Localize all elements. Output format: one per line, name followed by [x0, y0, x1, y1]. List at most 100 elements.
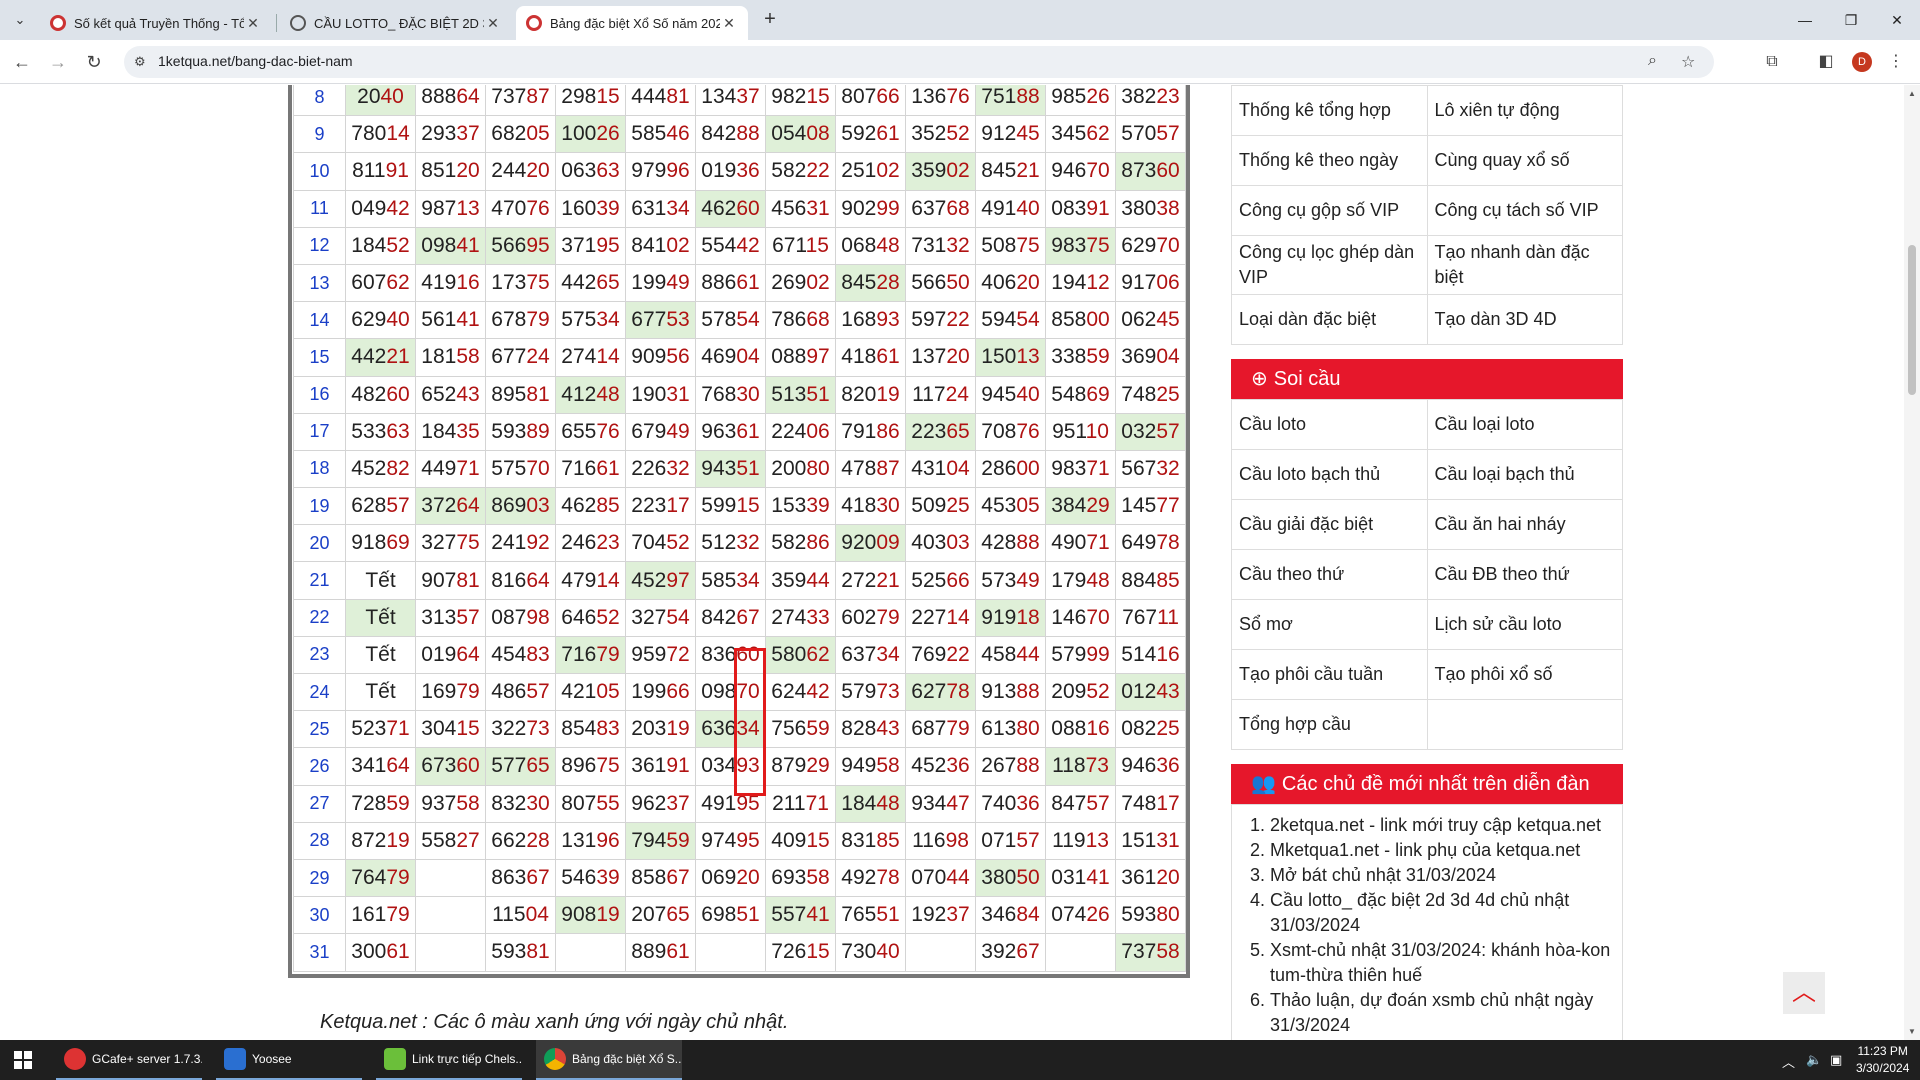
prize-cell: 34164	[345, 747, 416, 786]
scroll-down-arrow-icon[interactable]: ▼	[1908, 1027, 1916, 1036]
sidebar-link[interactable]: Cầu ĐB theo thứ	[1426, 549, 1623, 600]
url-text[interactable]: 1ketqua.net/bang-dac-biet-nam	[158, 53, 353, 69]
sidebar-link[interactable]: Cầu loại loto	[1426, 399, 1623, 450]
sidebar-link[interactable]: Tạo dàn 3D 4D	[1426, 294, 1623, 345]
prize-cell: 03141	[1045, 858, 1116, 898]
sidebar-link[interactable]: Lô xiên tự động	[1426, 85, 1623, 136]
scroll-to-top-chevron-icon[interactable]: ︿	[1783, 972, 1825, 1014]
sidebar-link[interactable]: Loại dàn đặc biệt	[1231, 294, 1428, 345]
prize-cell: 96237	[625, 784, 696, 823]
sidebar-link[interactable]: Cầu ăn hai nháy	[1426, 499, 1623, 550]
sidebar-link[interactable]: Cầu giải đặc biệt	[1231, 499, 1428, 550]
sidebar-link[interactable]: Cầu theo thứ	[1231, 549, 1428, 600]
prize-cell: 64978	[1115, 524, 1186, 563]
volume-icon[interactable]: 🔈	[1806, 1052, 1822, 1068]
prize-cell: 36191	[625, 747, 696, 786]
tab-close-icon[interactable]: ✕	[244, 15, 262, 32]
prize-cell: 57765	[485, 747, 556, 786]
page-scrollbar[interactable]: ▲ ▼	[1904, 85, 1920, 1040]
taskbar-item-yoosee[interactable]: Yoosee	[216, 1040, 362, 1080]
prize-cell: 45305	[975, 487, 1046, 526]
restore-icon[interactable]: ❐	[1828, 6, 1874, 34]
prize-cell: 21171	[765, 784, 836, 823]
forum-topic-link[interactable]: Thảo luận, dự đoán xsmb chủ nhật ngày 31…	[1270, 988, 1612, 1038]
reload-icon[interactable]: ↻	[82, 50, 106, 74]
prize-cell: 27221	[835, 561, 906, 600]
prize-cell: 76551	[835, 896, 906, 935]
prize-cell: 98375	[1045, 226, 1116, 265]
tray-chevron-icon[interactable]: ︿	[1782, 1052, 1795, 1071]
sidebar-link[interactable]: Tổng hợp cầu	[1231, 699, 1428, 750]
sidebar-link[interactable]: Tạo phôi xổ số	[1426, 649, 1623, 700]
tab-close-icon[interactable]: ✕	[484, 15, 502, 32]
bookmark-star-icon[interactable]: ☆	[1681, 52, 1695, 72]
tab-title: Số kết quả Truyền Thống - Tổng	[74, 15, 244, 31]
tab-close-icon[interactable]: ✕	[720, 15, 738, 32]
prize-cell: 58286	[765, 524, 836, 563]
prize-cell: Tết	[345, 598, 416, 637]
sidebar-link[interactable]: Cùng quay xổ số	[1426, 135, 1623, 186]
browser-tab-1[interactable]: Số kết quả Truyền Thống - Tổng ✕	[40, 6, 272, 40]
prize-cell: 84102	[625, 226, 696, 265]
prize-cell: 38038	[1115, 189, 1186, 228]
taskbar-item-gcafe[interactable]: GCafe+ server 1.7.3...	[56, 1040, 202, 1080]
prize-cell: 93447	[905, 784, 976, 823]
prize-cell: 11913	[1045, 821, 1116, 860]
forum-topic-link[interactable]: Mở bát chủ nhật 31/03/2024	[1270, 863, 1612, 888]
chrome-icon	[544, 1048, 566, 1070]
forum-topic-link[interactable]: Cầu lotto_ đặc biệt 2d 3d 4d chủ nhật 31…	[1270, 888, 1612, 938]
sidebar-link[interactable]: Cầu loto bạch thủ	[1231, 449, 1428, 500]
taskbar-item-link-truc-tiep[interactable]: Link trực tiếp Chels...	[376, 1040, 522, 1080]
close-window-icon[interactable]: ✕	[1874, 6, 1920, 34]
taskbar-item-chrome[interactable]: Bảng đặc biệt Xổ S...	[536, 1040, 682, 1080]
link-row: Sổ mơ Lịch sử cầu loto	[1231, 599, 1623, 650]
page-content: 8 2040 88864 73787 29815 44481 13437 98215 80766…	[0, 85, 1904, 1040]
sidebar-link[interactable]: Thống kê tổng hợp	[1231, 85, 1428, 136]
day-number: 8	[293, 85, 346, 117]
address-bar[interactable]: ⚙ 1ketqua.net/bang-dac-biet-nam ☆ ⌕	[124, 46, 1714, 78]
new-tab-plus-icon[interactable]: +	[758, 8, 782, 31]
gcafe-icon	[64, 1048, 86, 1070]
extensions-puzzle-icon[interactable]: ⧉	[1760, 50, 1784, 74]
prize-cell: 07157	[975, 821, 1046, 860]
profile-avatar[interactable]: D	[1852, 52, 1872, 72]
sidebar-link[interactable]: Công cụ tách số VIP	[1426, 185, 1623, 236]
prize-cell: 67879	[485, 301, 556, 340]
prize-cell: 90819	[555, 896, 626, 935]
back-arrow-icon[interactable]: ←	[10, 50, 34, 74]
sidebar-link[interactable]: Công cụ lọc ghép dàn VIP	[1231, 235, 1428, 295]
sidebar-link[interactable]: Tạo phôi cầu tuần	[1231, 649, 1428, 700]
prize-cell: 78668	[765, 301, 836, 340]
sidebar-link[interactable]: Sổ mơ	[1231, 599, 1428, 650]
minimize-icon[interactable]: —	[1782, 6, 1828, 34]
prize-cell: 08816	[1045, 710, 1116, 749]
prize-cell: 76830	[695, 375, 766, 414]
sidebar-link[interactable]: Cầu loại bạch thủ	[1426, 449, 1623, 500]
sidebar-link[interactable]: Lịch sử cầu loto	[1426, 599, 1623, 650]
forum-topic-link[interactable]: Mketqua1.net - link phụ của ketqua.net	[1270, 838, 1612, 863]
tab-search-chevron-icon[interactable]: ⌄	[8, 8, 32, 32]
forward-arrow-icon[interactable]: →	[46, 50, 70, 74]
browser-tab-3-active[interactable]: Bảng đặc biệt Xổ Số năm 2023 ✕	[516, 6, 748, 40]
more-menu-icon[interactable]: ⋮	[1884, 50, 1908, 74]
sidebar-link[interactable]: Công cụ gộp số VIP	[1231, 185, 1428, 236]
site-info-icon[interactable]: ⚙	[134, 54, 146, 70]
prize-cell: 54869	[1045, 375, 1116, 414]
forum-topic-link[interactable]: 2ketqua.net - link mới truy cập ketqua.n…	[1270, 813, 1612, 838]
sidebar-link[interactable]: Cầu loto	[1231, 399, 1428, 450]
browser-tab-2[interactable]: CẦU LOTTO_ ĐẶC BIỆT 2D 3D 4 ✕	[280, 6, 512, 40]
network-icon[interactable]: ▣	[1830, 1052, 1842, 1068]
zoom-magnifier-icon[interactable]: ⌕	[1648, 52, 1657, 70]
forum-topic-link[interactable]: Xsmt-chủ nhật 31/03/2024: khánh hòa-kon …	[1270, 938, 1612, 988]
prize-cell: 42105	[555, 672, 626, 712]
windows-start-icon[interactable]	[14, 1051, 32, 1069]
sidebar-link[interactable]: Thống kê theo ngày	[1231, 135, 1428, 186]
scroll-up-arrow-icon[interactable]: ▲	[1908, 89, 1916, 98]
scrollbar-thumb[interactable]	[1908, 245, 1916, 395]
prize-cell: 35252	[905, 115, 976, 154]
system-clock[interactable]: 11:23 PM 3/30/2024	[1856, 1043, 1909, 1077]
sidebar-link[interactable]: Tạo nhanh dàn đặc biệt	[1426, 235, 1623, 295]
day-number: 25	[293, 710, 346, 749]
side-panel-icon[interactable]: ◧	[1814, 50, 1838, 74]
prize-cell: 39267	[975, 933, 1046, 972]
